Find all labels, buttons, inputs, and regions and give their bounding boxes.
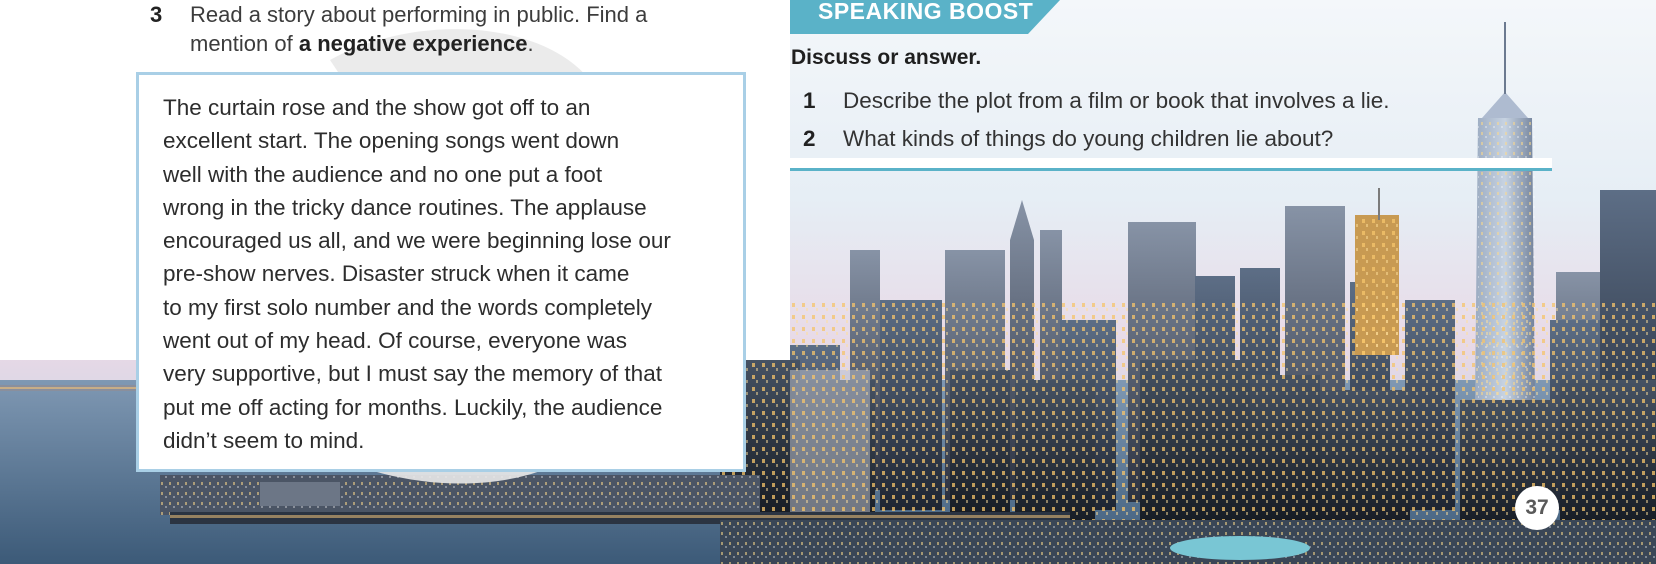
textbook-page: 3 Read a story about performing in publi… — [0, 0, 1656, 564]
exercise-prompt: Read a story about performing in public.… — [190, 0, 710, 58]
question-1: 1 Describe the plot from a film or book t… — [803, 88, 1390, 114]
question-text: Describe the plot from a film or book th… — [843, 88, 1390, 113]
story-box: The curtain rose and the show got off to… — [136, 72, 746, 472]
speaking-instruction: Discuss or answer. — [791, 46, 982, 69]
page-number: 37 — [1515, 486, 1559, 530]
exercise-highlight: a negative experience — [298, 31, 528, 56]
question-text: What kinds of things do young children l… — [843, 126, 1334, 151]
story-text: The curtain rose and the show got off to… — [163, 95, 671, 453]
question-number: 1 — [803, 88, 816, 113]
question-number: 2 — [803, 126, 816, 151]
section-divider — [790, 168, 1552, 171]
exercise-prompt-end: . — [527, 31, 534, 56]
speaking-boost-label: SPEAKING BOOST — [818, 0, 1034, 24]
question-2: 2 What kinds of things do young children … — [803, 126, 1333, 152]
exercise-number: 3 — [150, 2, 163, 27]
